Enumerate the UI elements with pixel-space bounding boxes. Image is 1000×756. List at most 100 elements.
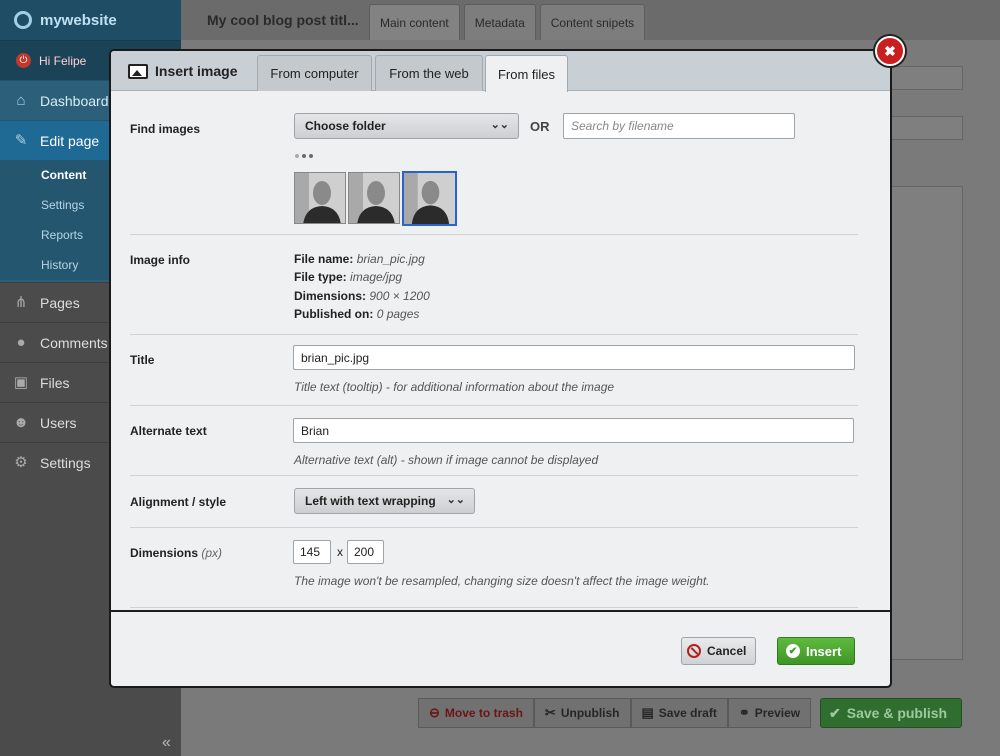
brand[interactable]: mywebsite xyxy=(0,0,181,40)
gear-icon: ⚙ xyxy=(14,453,28,471)
collapse-sidebar-button[interactable]: « xyxy=(162,734,171,752)
published-on-value: 0 pages xyxy=(376,307,420,321)
save-draft-button[interactable]: ▤ Save draft xyxy=(630,698,728,728)
unpublish-button[interactable]: ✂ Unpublish xyxy=(533,698,631,728)
power-icon[interactable]: ⏻ xyxy=(16,53,31,68)
find-images-label: Find images xyxy=(130,122,201,136)
action-bar: ⊖ Move to trash ✂ Unpublish ▤ Save draft… xyxy=(418,698,812,728)
height-input[interactable]: 200 xyxy=(347,540,384,564)
greeting-text: Hi Felipe xyxy=(39,53,87,68)
insert-button[interactable]: ✔ Insert xyxy=(777,637,855,665)
footer-divider xyxy=(111,610,890,612)
page-title: My cool blog post titl... xyxy=(207,12,359,28)
tab-main-content[interactable]: Main content xyxy=(369,4,460,40)
cancel-button[interactable]: Cancel xyxy=(681,637,756,665)
file-type-key: File type: xyxy=(294,270,347,284)
alternate-text-input[interactable]: Brian xyxy=(293,418,854,443)
dialog-title-text: Insert image xyxy=(155,63,238,79)
move-to-trash-button[interactable]: ⊖ Move to trash xyxy=(418,698,534,728)
save-and-publish-button[interactable]: ✔ Save & publish xyxy=(820,698,962,728)
button-label: Cancel xyxy=(707,644,747,658)
preview-button[interactable]: ⚭ Preview xyxy=(727,698,812,728)
page-header: My cool blog post titl... Main content M… xyxy=(181,0,1000,40)
dimensions-key: Dimensions: xyxy=(294,289,367,303)
search-by-filename-input[interactable]: Search by filename xyxy=(563,113,795,139)
divider xyxy=(130,527,858,528)
image-thumbnail[interactable] xyxy=(294,172,346,224)
alignment-style-label: Alignment / style xyxy=(130,495,227,509)
divider xyxy=(130,234,858,235)
sidebar-item-label: Files xyxy=(40,374,70,391)
divider xyxy=(130,607,858,608)
button-label: Insert xyxy=(806,643,842,659)
background-field xyxy=(881,66,963,90)
logo-icon xyxy=(14,11,32,29)
dimensions-unit: (px) xyxy=(201,546,223,560)
brand-name: mywebsite xyxy=(40,11,117,29)
sidebar-item-label: Comments xyxy=(40,334,108,351)
sidebar-item-label: Settings xyxy=(40,454,91,471)
pencil-icon: ✎ xyxy=(14,131,28,149)
check-icon: ✔ xyxy=(786,644,800,658)
select-value: Left with text wrapping xyxy=(305,494,436,508)
trash-icon: ⊖ xyxy=(429,705,440,720)
dialog-body: Find images Choose folder ⌄⌄ OR Search b… xyxy=(111,92,890,610)
tab-from-the-web[interactable]: From the web xyxy=(375,55,483,91)
image-thumbnail[interactable] xyxy=(348,172,400,224)
file-type-value: image/jpg xyxy=(350,270,403,284)
tab-from-computer[interactable]: From computer xyxy=(257,55,372,91)
published-on-key: Published on: xyxy=(294,307,374,321)
file-name-line: File name: brian_pic.jpg xyxy=(294,252,425,266)
tab-metadata[interactable]: Metadata xyxy=(463,4,536,40)
document-icon: ▤ xyxy=(641,705,654,720)
button-label: Save draft xyxy=(658,706,717,720)
chevron-down-icon: ⌄⌄ xyxy=(446,494,465,506)
title-input[interactable]: brian_pic.jpg xyxy=(293,345,855,370)
title-hint: Title text (tooltip) - for additional in… xyxy=(294,380,615,394)
portrait-thumbnail-image xyxy=(404,173,455,224)
dimensions-separator: x xyxy=(337,545,343,559)
dialog-title: Insert image xyxy=(128,51,237,91)
published-on-line: Published on: 0 pages xyxy=(294,307,419,321)
sidebar-item-label: Pages xyxy=(40,294,80,311)
title-label: Title xyxy=(130,353,155,367)
portrait-thumbnail-image xyxy=(349,173,399,223)
tab-content-snipets[interactable]: Content snipets xyxy=(539,4,646,40)
image-icon: ▣ xyxy=(13,373,29,391)
dimensions-value: 900 × 1200 xyxy=(369,289,430,303)
or-separator: OR xyxy=(530,119,550,134)
file-name-value: brian_pic.jpg xyxy=(356,252,425,266)
divider xyxy=(130,334,858,335)
dimensions-label-text: Dimensions xyxy=(130,546,199,560)
image-icon xyxy=(128,63,148,79)
chevron-down-icon: ⌄⌄ xyxy=(490,119,509,131)
comment-icon: ● xyxy=(16,333,26,351)
dialog-header: Insert image From computer From the web … xyxy=(111,51,890,92)
alignment-style-select[interactable]: Left with text wrapping ⌄⌄ xyxy=(294,488,475,514)
home-icon: ⌂ xyxy=(16,91,26,109)
insert-image-dialog: Insert image From computer From the web … xyxy=(109,49,892,688)
image-info-label: Image info xyxy=(130,253,191,267)
alternate-text-label: Alternate text xyxy=(130,424,207,438)
loading-indicator xyxy=(295,154,313,158)
button-label: Preview xyxy=(754,706,801,720)
width-input[interactable]: 145 xyxy=(293,540,331,564)
sidebar-item-label: Dashboard xyxy=(40,92,109,109)
users-icon: ☻ xyxy=(13,413,29,431)
button-label: Unpublish xyxy=(560,706,620,720)
close-dialog-button[interactable]: ✖ xyxy=(875,36,905,66)
dimensions-label: Dimensions (px) xyxy=(130,546,222,560)
sitemap-icon: ⋔ xyxy=(14,293,28,311)
unlink-icon: ✂ xyxy=(544,705,556,720)
tab-from-files[interactable]: From files xyxy=(485,55,568,92)
sidebar-item-label: Edit page xyxy=(40,132,100,149)
select-value: Choose folder xyxy=(305,119,386,133)
divider xyxy=(130,475,858,476)
dimensions-hint: The image won't be resampled, changing s… xyxy=(294,574,710,588)
alternate-text-hint: Alternative text (alt) - shown if image … xyxy=(294,453,599,467)
portrait-thumbnail-image xyxy=(295,173,345,223)
binoculars-icon: ⚭ xyxy=(738,705,750,720)
image-thumbnail-selected[interactable] xyxy=(402,171,457,226)
button-label: Save & publish xyxy=(846,705,948,721)
choose-folder-select[interactable]: Choose folder ⌄⌄ xyxy=(294,113,519,139)
